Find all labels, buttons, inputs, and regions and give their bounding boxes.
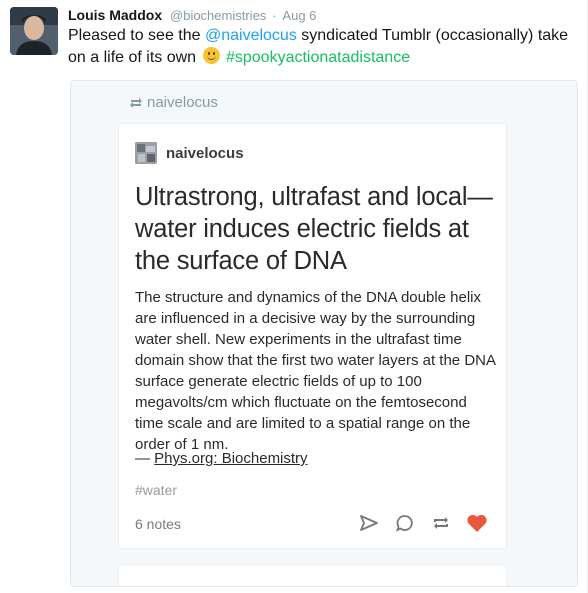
tweet-text-part: Pleased to see the (68, 27, 205, 44)
separator: · (272, 8, 277, 23)
blog-row[interactable]: naivelocus (135, 142, 244, 164)
reblog-icon (130, 97, 142, 108)
post-tag[interactable]: #water (135, 482, 177, 498)
tumblr-embed-card[interactable]: naivelocus naivelocus Ultrastrong, ultra… (70, 80, 578, 587)
tweet-date[interactable]: Aug 6 (282, 8, 316, 23)
tweet-header: Louis Maddox @biochemistries · Aug 6 (68, 6, 316, 25)
post-actions (358, 512, 488, 534)
next-post-preview (119, 566, 506, 586)
hashtag-link[interactable]: #spookyactionatadistance (226, 49, 410, 66)
reblog-source: naivelocus (147, 94, 218, 111)
post-source: — Phys.org: Biochemistry (135, 450, 308, 467)
reply-icon[interactable] (394, 512, 416, 534)
post-excerpt: The structure and dynamics of the DNA do… (135, 289, 496, 453)
heart-icon[interactable] (466, 512, 488, 534)
avatar[interactable] (10, 7, 58, 55)
post-headline: Ultrastrong, ultrafast and local—water i… (135, 183, 493, 275)
share-icon[interactable] (358, 512, 380, 534)
notes-count[interactable]: 6 notes (135, 516, 181, 532)
user-handle[interactable]: @biochemistries (170, 8, 266, 23)
user-name[interactable]: Louis Maddox (68, 7, 162, 23)
reblog-icon[interactable] (430, 512, 452, 534)
source-link[interactable]: Phys.org: Biochemistry (154, 450, 307, 467)
tweet-text: Pleased to see the @naivelocus syndicate… (68, 25, 578, 69)
blog-avatar[interactable] (135, 142, 157, 164)
slightly-smiling-face-icon (202, 47, 220, 64)
source-dash: — (135, 450, 155, 467)
tumblr-post: naivelocus Ultrastrong, ultrafast and lo… (119, 124, 506, 548)
mention-link[interactable]: @naivelocus (205, 27, 297, 44)
blog-name[interactable]: naivelocus (166, 145, 244, 162)
reblog-header[interactable]: naivelocus (129, 94, 218, 111)
